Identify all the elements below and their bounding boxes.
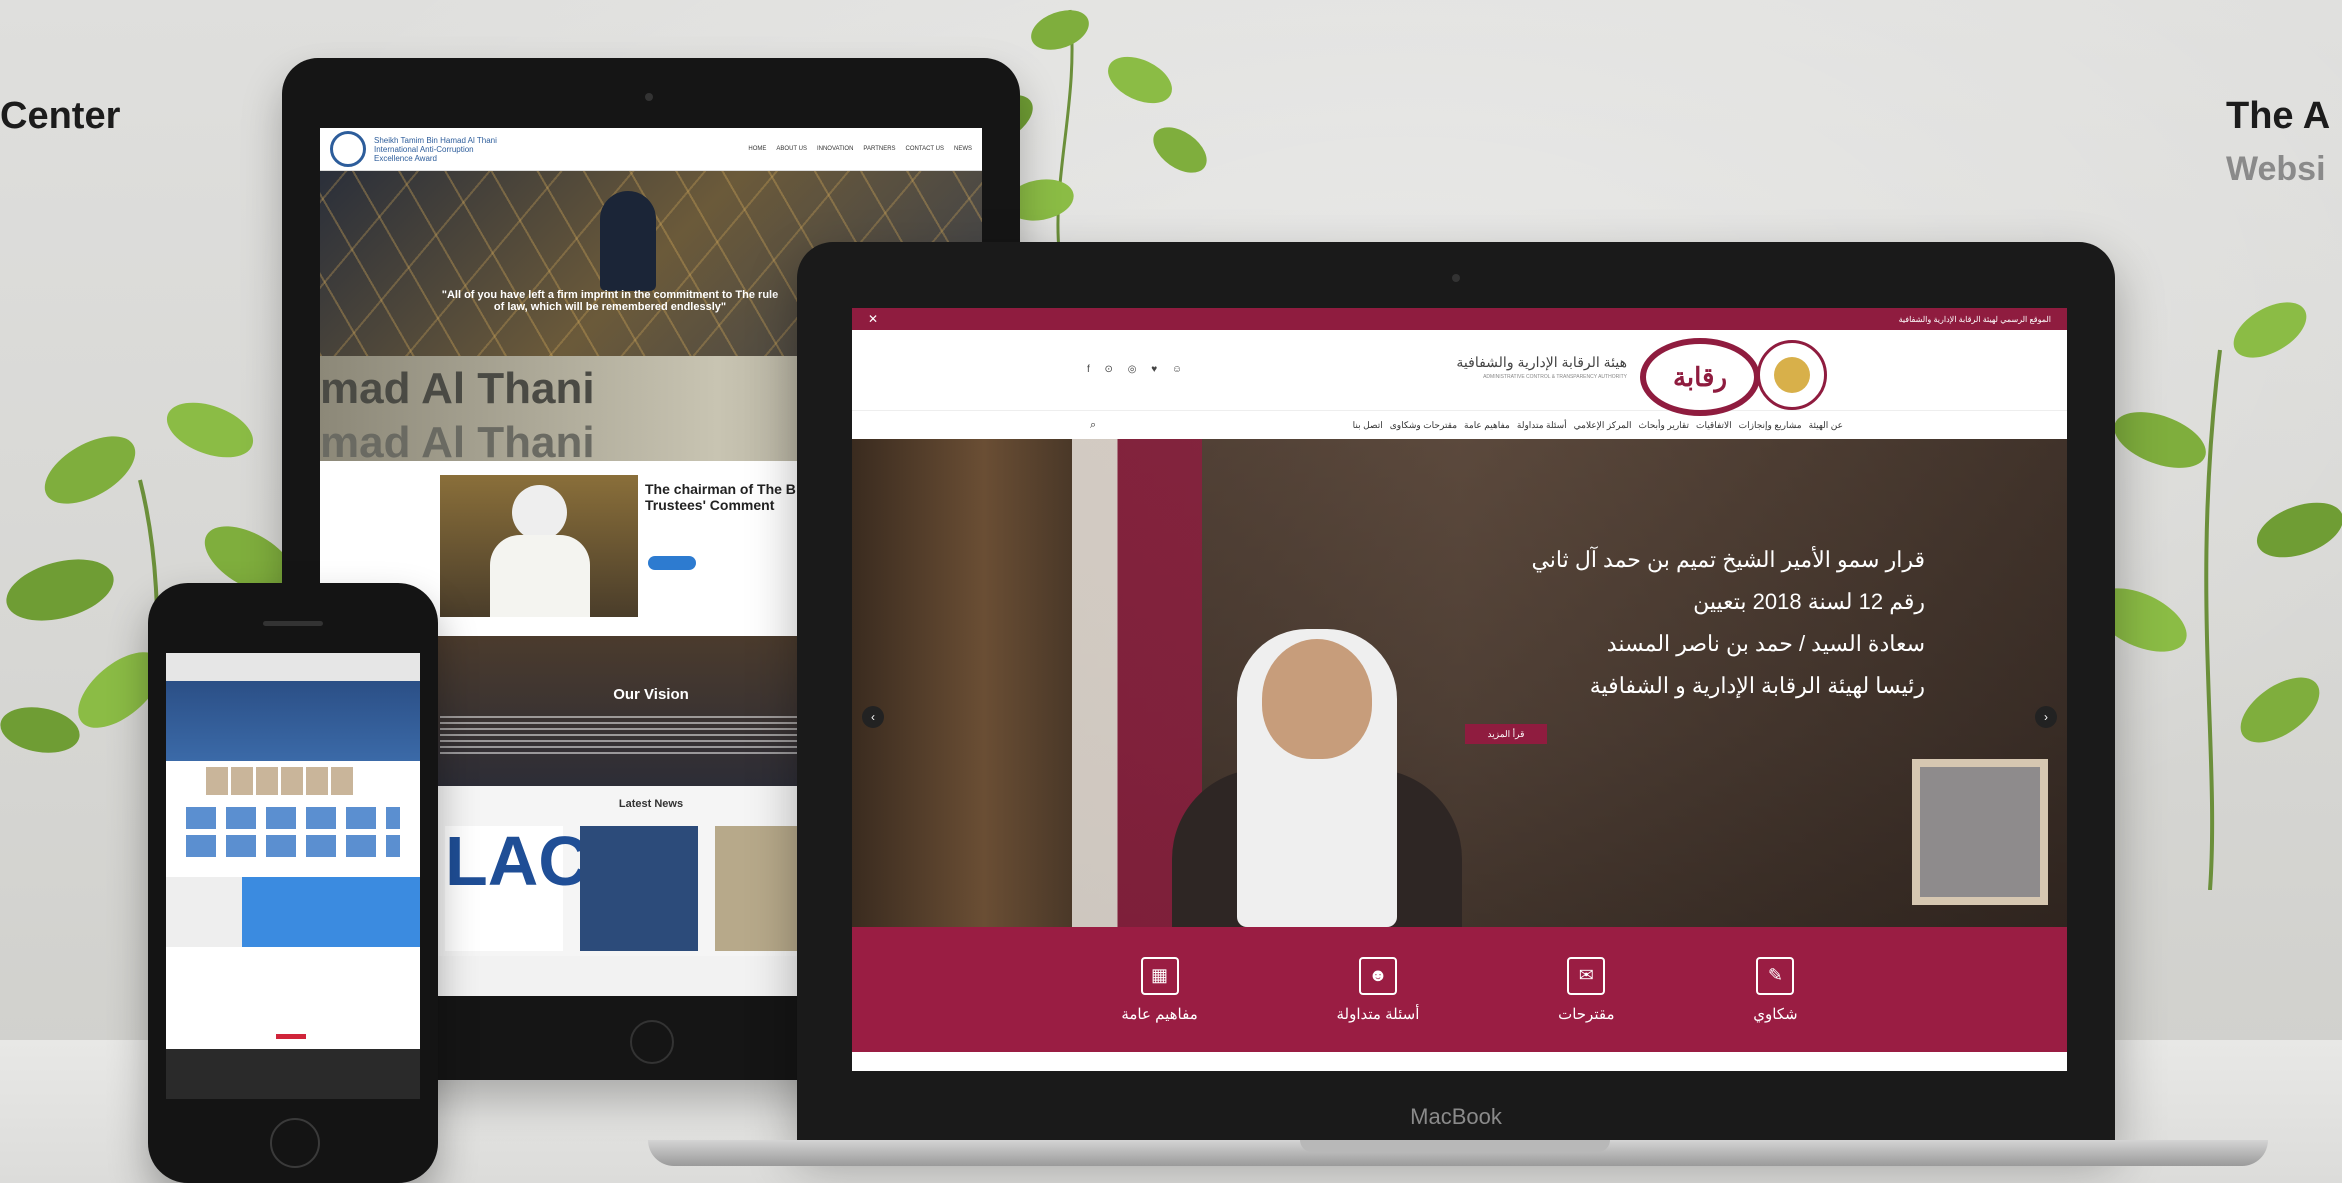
hero-line-1: قرار سمو الأمير الشيخ تميم بن حمد آل ثان… <box>1531 547 1925 572</box>
topbar-text: الموقع الرسمي لهيئة الرقابة الإدارية وال… <box>1898 314 2051 324</box>
tablet-nav-news[interactable]: NEWS <box>954 146 972 152</box>
phone-map <box>166 877 420 947</box>
chairman-read-more-button[interactable] <box>648 556 696 570</box>
award-banner-text: mad Al Thani <box>320 364 595 413</box>
laptop-brand-label: MacBook <box>1410 1104 1502 1129</box>
laptop-screen: ✕ الموقع الرسمي لهيئة الرقابة الإدارية و… <box>852 308 2067 1071</box>
site-main-menu: ⌕ عن الهيئة مشاريع وإنجازات الاتفاقيات ت… <box>852 411 2067 439</box>
phone-people-row <box>166 761 420 801</box>
chairman-photo <box>440 475 638 617</box>
tablet-home-button <box>630 1020 674 1064</box>
tablet-camera <box>645 93 653 101</box>
chairman-title: The chairman of The B Trustees' Comment <box>645 481 796 513</box>
menu-contact[interactable]: اتصل بنا <box>1353 420 1383 431</box>
phone-screen <box>166 653 420 1099</box>
tile-suggestions[interactable]: ✉ مقترحات <box>1558 956 1615 1023</box>
hero-slider: قرار سمو الأمير الشيخ تميم بن حمد آل ثان… <box>852 439 2067 927</box>
tablet-nav-about[interactable]: ABOUT US <box>776 146 807 152</box>
corner-caption-right: The A <box>2226 95 2331 137</box>
phone-hero <box>166 681 420 761</box>
menu-reports[interactable]: تقارير وأبحاث <box>1638 420 1689 431</box>
tablet-hero-quote: "All of you have left a firm imprint in … <box>441 289 779 313</box>
grid-document-icon: ▦ <box>1140 956 1179 995</box>
site-topbar: ✕ الموقع الرسمي لهيئة الرقابة الإدارية و… <box>852 308 2067 330</box>
search-icon[interactable]: ⌕ <box>1090 419 1096 432</box>
tile-concepts[interactable]: ▦ مفاهيم عامة <box>1121 956 1198 1023</box>
menu-agreements[interactable]: الاتفاقيات <box>1696 420 1732 431</box>
menu-about[interactable]: عن الهيئة <box>1809 420 1843 431</box>
hero-line-4: رئيسا لهيئة الرقابة الإدارية و الشفافية <box>1589 673 1925 698</box>
speaker-photo <box>600 191 656 291</box>
tile-concepts-label: مفاهيم عامة <box>1121 1005 1198 1023</box>
news-card[interactable] <box>580 826 698 951</box>
complaint-form-icon: ✎ <box>1756 956 1795 995</box>
org-name-english: ADMINISTRATIVE CONTROL & TRANSPARENCY AU… <box>1483 374 1627 380</box>
tile-faq[interactable]: ☻ أسئلة متداولة <box>1336 956 1420 1023</box>
corner-caption-left: Center <box>0 95 121 137</box>
phone-device <box>148 583 438 1183</box>
menu-projects[interactable]: مشاريع وإنجازات <box>1739 420 1802 431</box>
tile-faq-label: أسئلة متداولة <box>1336 1005 1420 1023</box>
state-emblem-icon <box>1757 340 1827 410</box>
vision-body-text <box>440 716 800 756</box>
tablet-nav-innovation[interactable]: INNOVATION <box>817 146 853 152</box>
hero-read-more-button[interactable]: قرأ المزيد <box>1465 724 1547 744</box>
award-logo-icon[interactable] <box>330 131 366 167</box>
hero-curtain <box>852 439 1072 927</box>
phone-cards-row <box>186 835 400 857</box>
slider-prev-icon[interactable]: ‹ <box>862 706 884 728</box>
phone-site-header <box>166 653 420 681</box>
tablet-site-header: Sheikh Tamim Bin Hamad Al Thani Internat… <box>320 128 982 171</box>
tablet-nav: HOME ABOUT US INNOVATION PARTNERS CONTAC… <box>748 146 972 152</box>
phone-home-button <box>270 1118 320 1168</box>
suggestion-box-icon: ✉ <box>1567 956 1606 995</box>
menu-suggestions[interactable]: مقترحات وشكاوى <box>1390 420 1457 431</box>
social-icons[interactable]: f ⊙ ◎ ♥ ☺ <box>1087 364 1188 375</box>
news-card-lac-text: LAC <box>445 822 589 900</box>
raqaba-logo[interactable]: رقابة <box>1640 338 1760 416</box>
laptop-notch <box>1300 1140 1610 1152</box>
tablet-nav-home[interactable]: HOME <box>748 146 766 152</box>
tile-complaints[interactable]: ✎ شكاوي <box>1753 956 1798 1023</box>
org-name-arabic: هيئة الرقابة الإدارية والشفافية <box>1456 354 1627 370</box>
phone-speaker <box>263 621 323 626</box>
menu-faq[interactable]: أسئلة متداولة <box>1517 420 1567 431</box>
site-header: f ⊙ ◎ ♥ ☺ هيئة الرقابة الإدارية والشفافي… <box>852 330 2067 416</box>
person-question-icon: ☻ <box>1358 956 1397 995</box>
menu-concepts[interactable]: مفاهيم عامة <box>1464 420 1510 431</box>
corner-subcaption-right: Websi <box>2226 150 2326 188</box>
close-icon[interactable]: ✕ <box>868 312 878 326</box>
hero-line-2: رقم 12 لسنة 2018 بتعيين <box>1693 589 1925 614</box>
tablet-nav-contact[interactable]: CONTACT US <box>906 146 944 152</box>
hero-line-3: سعادة السيد / حمد بن ناصر المسند <box>1606 631 1925 656</box>
slider-next-icon[interactable]: › <box>2035 706 2057 728</box>
phone-cards-row <box>186 807 400 829</box>
tile-complaints-label: شكاوي <box>1753 1005 1798 1023</box>
hero-figure-face <box>1262 639 1372 759</box>
news-card[interactable]: LAC <box>445 822 589 951</box>
tablet-org-name: Sheikh Tamim Bin Hamad Al Thani Internat… <box>374 135 497 163</box>
hero-photo-frame <box>1912 759 2048 905</box>
phone-submit-button[interactable] <box>276 1034 306 1039</box>
award-banner-text-echo: mad Al Thani <box>320 418 595 461</box>
quick-links-band: ▦ مفاهيم عامة ☻ أسئلة متداولة ✉ مقترحات … <box>852 927 2067 1052</box>
tile-suggestions-label: مقترحات <box>1558 1005 1615 1023</box>
hero-caption: قرار سمو الأمير الشيخ تميم بن حمد آل ثان… <box>1445 539 1925 707</box>
phone-footer <box>166 1049 420 1099</box>
menu-media-center[interactable]: المركز الإعلامي <box>1574 420 1632 431</box>
tablet-nav-partners[interactable]: PARTNERS <box>863 146 895 152</box>
laptop-camera <box>1452 274 1460 282</box>
